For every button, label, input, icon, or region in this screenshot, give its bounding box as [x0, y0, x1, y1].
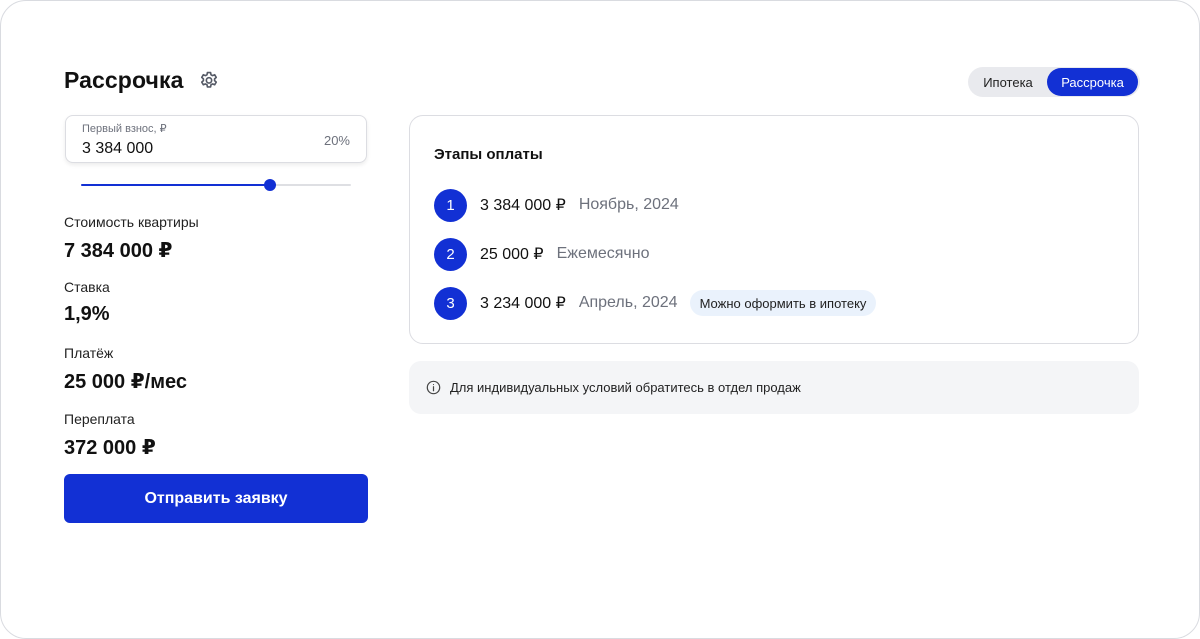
- stage-period: Ноябрь, 2024: [578, 196, 679, 213]
- payment-stages-card: Этапы оплаты 1 3 384 000 ₽ Ноябрь, 2024 …: [409, 115, 1139, 344]
- stage-number-badge: 3: [434, 286, 467, 320]
- down-payment-value[interactable]: 3 384 000: [82, 140, 153, 158]
- info-notice: Для индивидуальных условий обратитесь в …: [409, 361, 1139, 414]
- stage-item: 3 3 234 000 ₽ Апрель, 2024 Можно оформит…: [434, 286, 877, 320]
- stat-value: 7 384 000 ₽: [64, 240, 173, 262]
- mortgage-eligible-badge: Можно оформить в ипотеку: [689, 290, 877, 316]
- down-payment-slider[interactable]: [81, 177, 351, 193]
- slider-fill: [81, 184, 270, 186]
- stat-value: 25 000 ₽/мес: [64, 371, 187, 393]
- tab-mortgage[interactable]: Ипотека: [969, 68, 1047, 96]
- stat-label: Ставка: [64, 279, 110, 295]
- down-payment-percent: 20%: [323, 133, 350, 148]
- gear-icon[interactable]: [198, 70, 220, 92]
- submit-application-button[interactable]: Отправить заявку: [64, 474, 368, 523]
- slider-thumb[interactable]: [264, 179, 276, 191]
- stage-amount: 3 384 000 ₽: [480, 197, 566, 214]
- stage-item: 2 25 000 ₽ Ежемесячно: [434, 237, 650, 271]
- tab-installment[interactable]: Рассрочка: [1047, 68, 1138, 96]
- calculator-panel: Рассрочка Ипотека Рассрочка Первый взнос…: [0, 0, 1200, 639]
- info-text: Для индивидуальных условий обратитесь в …: [450, 380, 801, 395]
- title-row: Рассрочка: [64, 67, 220, 94]
- down-payment-field[interactable]: Первый взнос, ₽ 3 384 000 20%: [65, 115, 367, 163]
- stat-overpayment: Переплата 372 000 ₽: [64, 411, 156, 460]
- stat-apartment-price: Стоимость квартиры 7 384 000 ₽: [64, 214, 199, 263]
- stat-payment: Платёж 25 000 ₽/мес: [64, 345, 187, 394]
- mode-switch: Ипотека Рассрочка: [968, 67, 1140, 97]
- down-payment-label: Первый взнос, ₽: [82, 123, 167, 135]
- stat-value: 1,9%: [64, 303, 110, 325]
- stage-amount: 25 000 ₽: [480, 246, 544, 263]
- stage-amount: 3 234 000 ₽: [480, 295, 566, 312]
- stages-title: Этапы оплаты: [434, 146, 543, 163]
- stage-period: Ежемесячно: [556, 245, 650, 262]
- stage-period: Апрель, 2024: [578, 294, 678, 311]
- stat-label: Стоимость квартиры: [64, 214, 199, 230]
- stat-label: Переплата: [64, 411, 135, 427]
- stage-number-badge: 1: [434, 188, 467, 222]
- stat-rate: Ставка 1,9%: [64, 279, 110, 326]
- stage-item: 1 3 384 000 ₽ Ноябрь, 2024: [434, 188, 679, 222]
- info-icon: [426, 380, 441, 395]
- stage-number-badge: 2: [434, 237, 467, 271]
- page-title: Рассрочка: [64, 67, 184, 93]
- stat-label: Платёж: [64, 345, 114, 361]
- stat-value: 372 000 ₽: [64, 437, 156, 459]
